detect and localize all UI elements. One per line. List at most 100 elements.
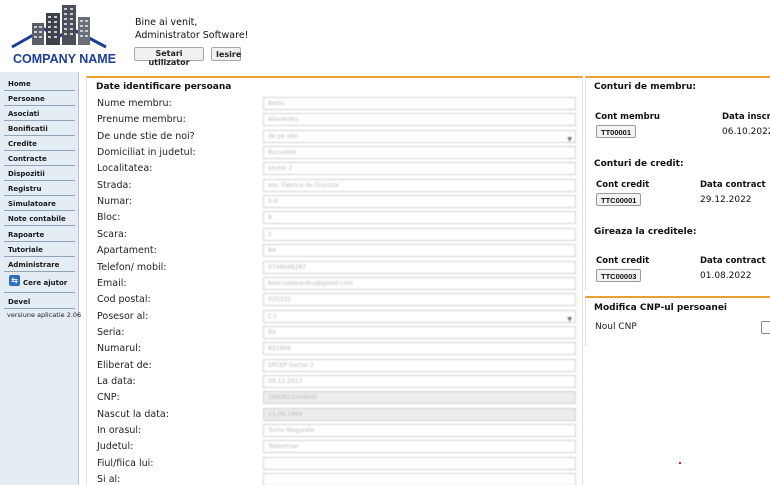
form-label: Posesor al:: [97, 310, 149, 322]
form-input-value: 020332: [268, 296, 291, 304]
form-input-value: Bucuresti: [268, 149, 297, 157]
sidebar-item-bonificatii[interactable]: Bonificatii: [4, 121, 75, 136]
form-input[interactable]: sos. Fabrica de Glucoza: [263, 178, 576, 192]
logout-button[interactable]: Iesire: [211, 47, 241, 61]
form-input[interactable]: 84: [263, 244, 576, 258]
form-label: De unde stie de noi?: [97, 130, 195, 142]
form-label: Scara:: [97, 228, 128, 240]
registration-date: 06.10.2022: [722, 127, 770, 137]
form-input[interactable]: Turnu Magurele: [263, 424, 576, 437]
sidebar-item-home[interactable]: Home: [4, 76, 75, 91]
sidebar-item-persoane[interactable]: Persoane: [4, 91, 75, 106]
form-input[interactable]: Bestu: [263, 97, 576, 110]
form-input[interactable]: [263, 473, 576, 485]
member-account-button[interactable]: TT00001: [596, 125, 637, 138]
form-input[interactable]: 821866: [263, 342, 576, 356]
form-input-value: Turnu Magurele: [268, 427, 315, 434]
sidebar-item-rapoarte[interactable]: Rapoarte: [4, 227, 75, 242]
sidebar-item-note-contabile[interactable]: Note contabile: [4, 211, 75, 226]
form-input-value: 09.12.2017: [268, 377, 303, 385]
sidebar-item-asociati[interactable]: Asociati: [4, 106, 75, 121]
user-settings-button[interactable]: Setari utilizator: [134, 47, 204, 67]
col-header-guaranteed-date: Data contract: [700, 256, 766, 266]
form-input-value: C.I.: [268, 312, 278, 320]
company-logo[interactable]: COMPANY NAME: [10, 3, 116, 66]
form-input-value: Bestu: [268, 100, 286, 107]
help-icon: ⇆: [9, 275, 20, 286]
form-input[interactable]: 5-9: [263, 195, 576, 209]
form-select[interactable]: C.I. ▼: [263, 309, 576, 323]
help-button[interactable]: ⇆ Cere ajutor: [4, 273, 75, 293]
sidebar-item-registru[interactable]: Registru: [4, 181, 75, 196]
form-input[interactable]: 2: [263, 227, 576, 241]
form-label: Fiul/fiica lui:: [97, 457, 154, 469]
form-label: Telefon/ mobil:: [97, 261, 167, 273]
chevron-down-icon: ▼: [567, 135, 572, 143]
help-label: Cere ajutor: [23, 279, 68, 287]
form-input[interactable]: sector 2: [263, 162, 576, 176]
form-label: Seria:: [97, 326, 125, 338]
form-input[interactable]: 09.12.2017: [263, 374, 576, 388]
col-header-credit-account: Cont credit: [596, 180, 650, 190]
credit-contract-date: 29.12.2022: [700, 195, 752, 205]
form-input[interactable]: SPCEP Sector 2: [263, 358, 576, 372]
accounts-panel: Conturi de membru: Cont membru Data insc…: [585, 76, 770, 290]
form-input[interactable]: Teleorman: [263, 440, 576, 454]
new-cnp-field[interactable]: [761, 321, 770, 334]
form-label: In orasul:: [97, 425, 142, 436]
form-input[interactable]: 0746048287: [263, 260, 576, 274]
sidebar-item-tutoriale[interactable]: Tutoriale: [4, 242, 75, 257]
form-input-value: RX: [268, 328, 277, 336]
form-input-value: Teleorman: [268, 443, 300, 451]
panel-title: Date identificare persoana: [96, 82, 232, 92]
sidebar-item-credite[interactable]: Credite: [4, 136, 75, 151]
form-input-value: 21.06.1969: [268, 410, 303, 418]
sidebar-item-dispozitii[interactable]: Dispozitii: [4, 166, 75, 181]
col-header-guaranteed-credit: Cont credit: [596, 256, 650, 266]
form-input-value: de pe site: [268, 132, 298, 140]
form-input[interactable]: 8: [263, 211, 576, 225]
logo-text: COMPANY NAME: [13, 52, 117, 66]
form-input[interactable]: Bucuresti: [263, 146, 576, 160]
form-input[interactable]: bescualexandru@gmail.com: [263, 276, 576, 290]
credit-accounts-title: Conturi de credit:: [594, 159, 684, 169]
form-label: Si al:: [97, 474, 121, 485]
form-input: 1690621044045: [263, 391, 576, 405]
col-header-registration-date: Data inscri: [722, 112, 770, 122]
sidebar-item-contracte[interactable]: Contracte: [4, 151, 75, 166]
form-input-value: 5-9: [268, 198, 278, 206]
form-label: Numar:: [97, 196, 133, 208]
sidebar: Home Persoane Asociati Bonificatii Credi…: [0, 72, 81, 485]
form-input-value: bescualexandru@gmail.com: [268, 279, 354, 287]
form-label: Strada:: [97, 179, 132, 191]
credit-account-button[interactable]: TTC00001: [596, 193, 642, 206]
form-label: Nascut la data:: [97, 408, 169, 420]
form-input-value: 2: [268, 230, 272, 238]
form-label: Numarul:: [97, 343, 141, 355]
form-input-value: sos. Fabrica de Glucoza: [268, 181, 339, 189]
form-label: Nume membru:: [97, 98, 172, 109]
cnp-change-title: Modifica CNP-ul persoanei: [594, 303, 728, 313]
welcome-line1: Bine ai venit,: [135, 17, 198, 28]
sidebar-item-devel[interactable]: Devel: [4, 294, 75, 309]
form-input-value: Alexandru: [268, 116, 299, 124]
welcome-line2: Administrator Software!: [135, 30, 249, 41]
form-input[interactable]: Alexandru: [263, 113, 576, 127]
form-label: Cod postal:: [97, 294, 151, 306]
form-input[interactable]: [263, 456, 576, 470]
person-identification-panel: Date identificare persoana Nume membru: B…: [86, 76, 583, 485]
form-input[interactable]: 020332: [263, 293, 576, 307]
form-input: 21.06.1969: [263, 407, 576, 421]
form-select[interactable]: de pe site ▼: [263, 129, 576, 143]
sidebar-item-administrare[interactable]: Administrare: [4, 257, 75, 272]
cnp-change-panel: Modifica CNP-ul persoanei Noul CNP: [585, 296, 770, 346]
guaranteed-contract-date: 01.08.2022: [700, 271, 752, 281]
guaranteed-credit-button[interactable]: TTC00003: [596, 269, 642, 282]
form-label: Domiciliat in judetul:: [97, 147, 196, 159]
form-input-value: 0746048287: [268, 263, 307, 271]
sidebar-item-simulatoare[interactable]: Simulatoare: [4, 196, 75, 211]
form-input[interactable]: RX: [263, 325, 576, 339]
form-input-value: 821866: [268, 345, 291, 353]
form-label: Judetul:: [97, 441, 134, 453]
member-accounts-title: Conturi de membru:: [594, 82, 696, 92]
